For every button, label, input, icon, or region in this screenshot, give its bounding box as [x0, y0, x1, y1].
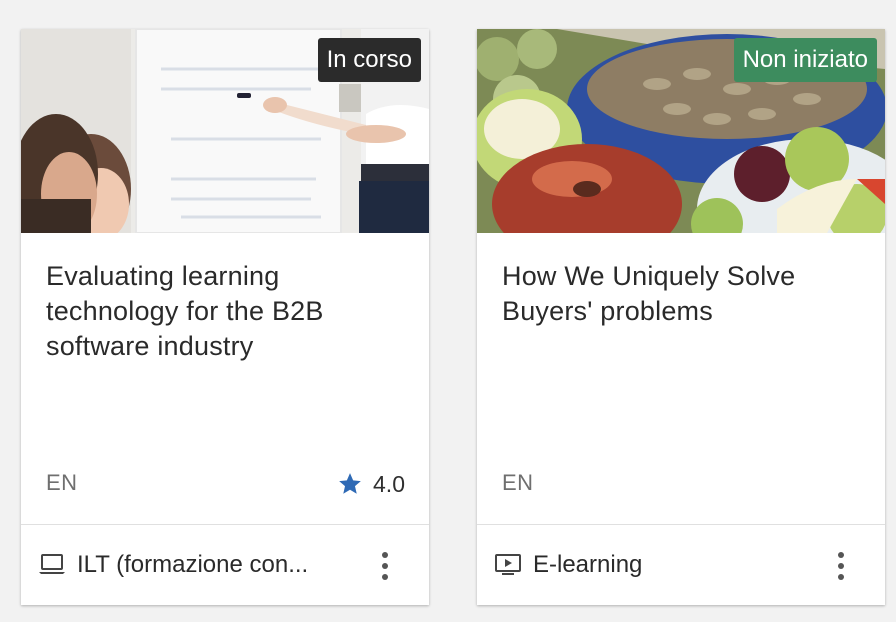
language-label: EN	[46, 470, 78, 495]
more-dot	[382, 552, 388, 558]
more-dot	[838, 552, 844, 558]
course-thumbnail[interactable]: In corso	[21, 29, 429, 233]
course-card[interactable]: Non iniziato How We Uniquely Solve Buyer…	[477, 29, 885, 605]
more-dot	[838, 563, 844, 569]
card-footer: E-learning	[477, 525, 885, 605]
laptop-icon	[39, 554, 65, 574]
more-dot	[382, 563, 388, 569]
status-badge: In corso	[317, 38, 421, 82]
more-dot	[382, 574, 388, 580]
video-play-icon	[495, 554, 521, 575]
course-card[interactable]: In corso Evaluating learning technology …	[21, 29, 429, 605]
course-thumbnail[interactable]: Non iniziato	[477, 29, 885, 233]
rating-value: 4.0	[373, 470, 405, 497]
more-dot	[838, 574, 844, 580]
status-badge: Non iniziato	[733, 38, 877, 82]
course-title[interactable]: How We Uniquely Solve Buyers' problems	[502, 259, 862, 329]
more-options-button[interactable]	[375, 549, 395, 583]
rating: 4.0	[337, 469, 405, 499]
course-type-label: E-learning	[533, 551, 643, 578]
language-label: EN	[502, 470, 534, 495]
course-title[interactable]: Evaluating learning technology for the B…	[46, 259, 406, 364]
course-type-label: ILT (formazione con...	[77, 551, 309, 578]
card-footer: ILT (formazione con...	[21, 525, 429, 605]
more-options-button[interactable]	[831, 549, 851, 583]
star-icon	[339, 473, 361, 494]
